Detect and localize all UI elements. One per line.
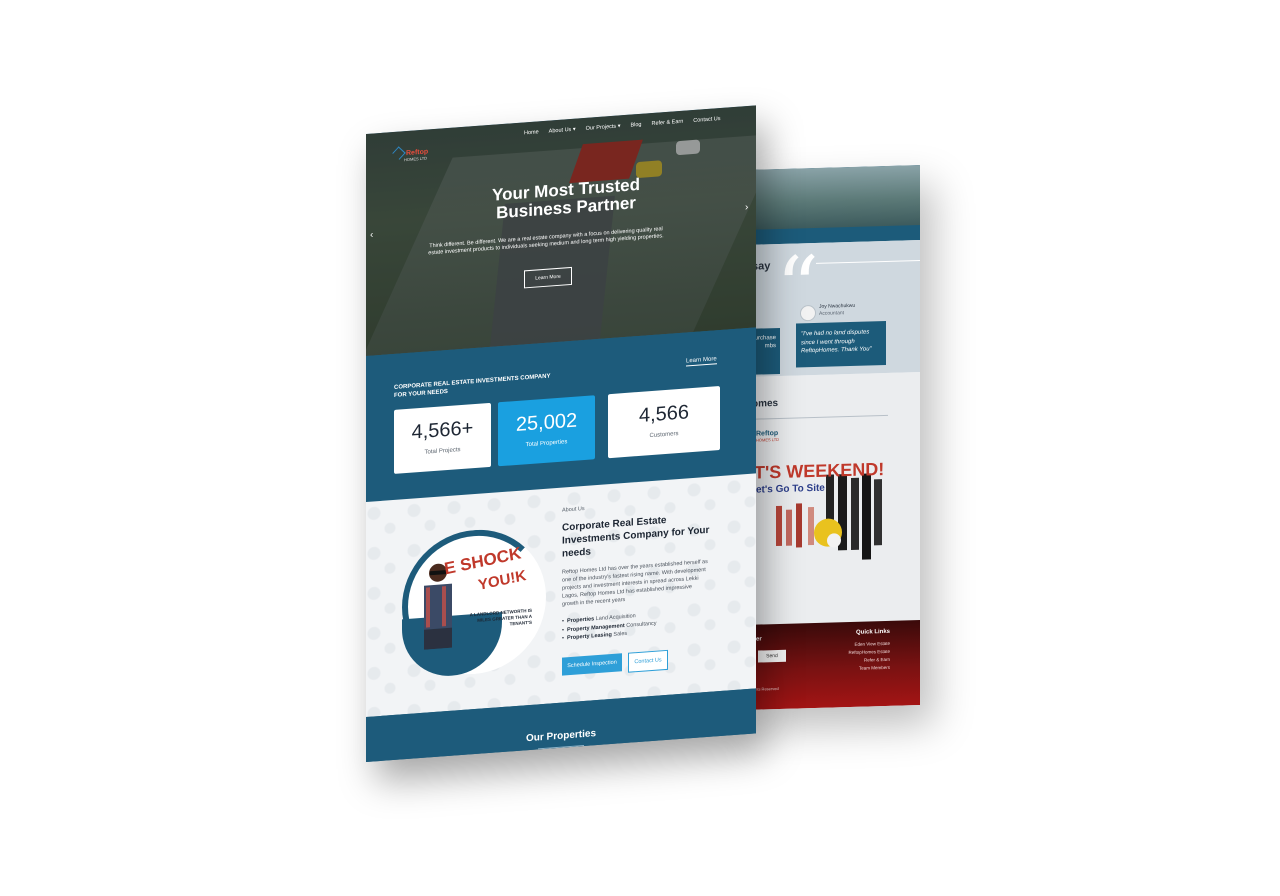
nav-label: Our Projects: [585, 123, 617, 132]
logo-subtext: HOMES LTD: [404, 155, 428, 163]
chevron-left-icon[interactable]: ‹: [370, 229, 373, 240]
footer-link-refer[interactable]: Refer & Earn: [864, 657, 890, 663]
front-page-mockup: Reftop HOMES LTD Home About Us ▾ Our Pro…: [366, 105, 756, 763]
stats-learn-more-link[interactable]: Learn More: [686, 356, 717, 367]
hero-section: Reftop HOMES LTD Home About Us ▾ Our Pro…: [366, 105, 756, 356]
nav-contact-us[interactable]: Contact Us: [693, 116, 720, 124]
stat-label: Total Properties: [525, 439, 568, 449]
footer-link-eden[interactable]: Eden View Estate: [855, 641, 890, 647]
divider: [756, 414, 888, 420]
stat-label: Total Projects: [424, 447, 461, 456]
stats-heading: CORPORATE REAL ESTATE INVESTMENTS COMPAN…: [394, 371, 564, 400]
stat-value: 4,566+: [411, 417, 474, 444]
nav-menu: Home About Us ▾ Our Projects ▾ Blog Refe…: [524, 116, 721, 136]
stat-value: 4,566: [638, 401, 690, 427]
nav-about-us[interactable]: About Us ▾: [549, 127, 576, 135]
copyright: ights Reserved: [752, 685, 779, 692]
testimonial-name: Joy Nwachukwu: [819, 302, 856, 310]
chevron-down-icon: ▾: [572, 126, 576, 133]
logo-subtext: HOMES LTD: [756, 436, 780, 443]
nav-blog[interactable]: Blog: [630, 122, 641, 129]
testimonial-card: "I've had no land disputes since I went …: [796, 320, 886, 368]
stat-card-projects: 4,566+ Total Projects: [394, 402, 491, 474]
promo-subheadline: et's Go To Site: [756, 482, 825, 496]
list-item-bold: Property Leasing: [566, 631, 612, 642]
stat-card-customers: 4,566 Customers: [608, 386, 720, 459]
footer: tter Send Quick Links Eden View Estate R…: [742, 620, 920, 710]
nav-label: About Us: [548, 126, 572, 135]
divider: [816, 260, 920, 264]
send-button[interactable]: Send: [758, 649, 786, 663]
chevron-right-icon[interactable]: ›: [745, 202, 748, 213]
testimonials-section: say “ Joy Nwachukwu Accountant urchase m…: [742, 238, 920, 377]
learn-more-button[interactable]: Learn More: [524, 266, 572, 289]
footer-link-team[interactable]: Team Members: [859, 665, 890, 671]
chevron-down-icon: ▾: [617, 123, 621, 130]
reftop-logo[interactable]: Reftop HOMES LTD: [392, 144, 428, 163]
reftop-logo: Reftop HOMES LTD: [756, 430, 779, 443]
promo-headline: T'S WEEKEND!: [754, 459, 885, 483]
divider: [538, 744, 584, 750]
stat-label: Customers: [649, 431, 679, 440]
list-item-text: Consultancy: [626, 620, 657, 629]
quick-links-title: Quick Links: [855, 628, 890, 636]
footer-link-reftop-estate[interactable]: ReftopHomes Estate: [848, 649, 890, 655]
list-item-bold: Properties: [566, 616, 595, 625]
nav-refer-earn[interactable]: Refer & Earn: [651, 119, 683, 127]
stat-value: 25,002: [515, 409, 578, 436]
stat-card-properties: 25,002 Total Properties: [498, 395, 595, 467]
properties-title: Our Properties: [525, 728, 597, 745]
nav-home[interactable]: Home: [524, 129, 539, 136]
nav-our-projects[interactable]: Our Projects ▾: [586, 123, 621, 132]
stats-section: CORPORATE REAL ESTATE INVESTMENTS COMPAN…: [366, 327, 756, 502]
testimonial-role: Accountant: [819, 310, 845, 317]
back-page-mockup: say “ Joy Nwachukwu Accountant urchase m…: [742, 165, 920, 710]
contact-us-button[interactable]: Contact Us: [628, 649, 668, 673]
about-section: E SHOCK YOU!K A LANDLORD NETWORTH IS MIL…: [366, 473, 756, 717]
back-hero: [742, 165, 920, 245]
homes-section: omes Reftop HOMES LTD T'S WEEKEND! et's …: [742, 372, 920, 627]
list-item-text: Sales: [613, 630, 628, 638]
